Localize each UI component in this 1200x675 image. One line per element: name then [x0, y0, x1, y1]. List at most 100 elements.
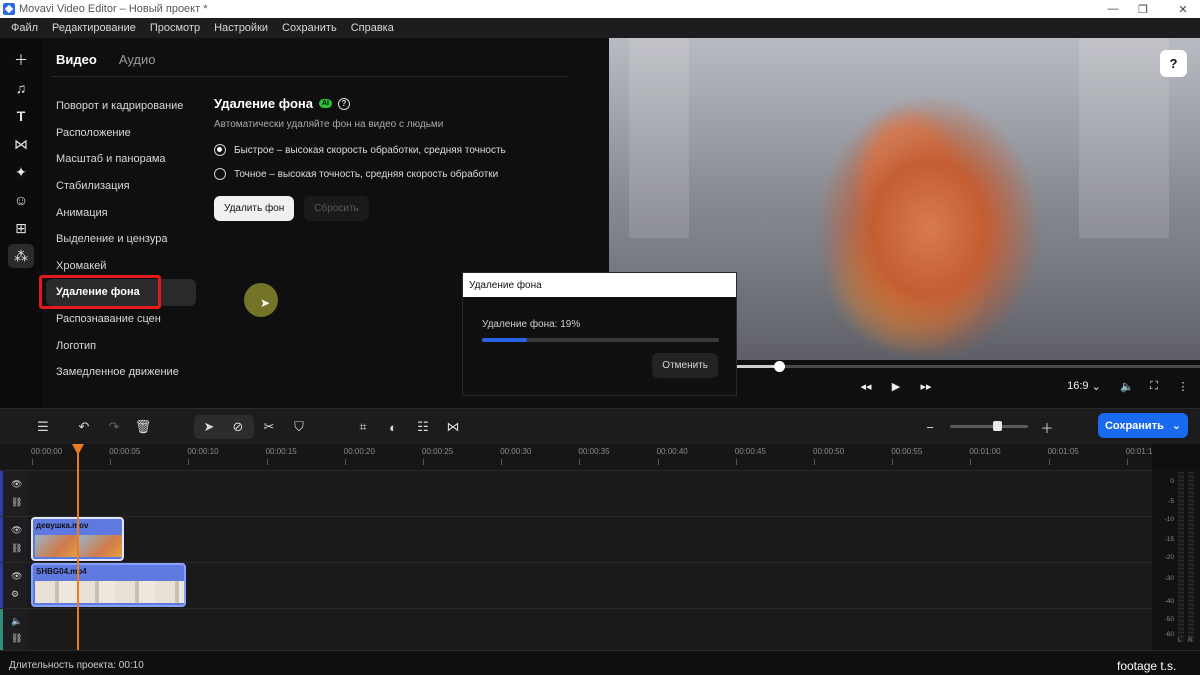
- track-header: 👁 ⛓: [0, 471, 27, 516]
- link-icon[interactable]: ⛓: [11, 543, 22, 554]
- radio-fast[interactable]: [214, 144, 226, 156]
- transition-wizard-icon[interactable]: ⋈: [442, 417, 464, 437]
- list-item-scene-detection[interactable]: Распознавание сцен: [46, 306, 196, 333]
- ripple-tool-icon[interactable]: ⊘: [227, 417, 249, 437]
- list-item-slow-motion[interactable]: Замедленное движение: [46, 359, 196, 386]
- previous-frame-icon[interactable]: ◂◂: [858, 378, 874, 394]
- ruler-tick-label: 00:01:00: [969, 447, 1001, 456]
- meter-scale-label: -40: [1164, 598, 1174, 605]
- eye-icon[interactable]: 👁: [11, 479, 22, 490]
- add-track-icon[interactable]: ☰: [32, 417, 54, 437]
- adjustments-icon[interactable]: ☷: [412, 417, 434, 437]
- ruler-tick: [970, 459, 972, 465]
- titles-icon[interactable]: T: [8, 104, 34, 128]
- clip-thumbnail: [35, 535, 78, 557]
- effects-list: Поворот и кадрирование Расположение Масш…: [39, 93, 196, 386]
- track-settings-icon[interactable]: ⚙: [11, 589, 19, 600]
- status-bar: Длительность проекта: 00:10 footage t.s.: [0, 650, 1200, 675]
- scrubber-progress: [737, 365, 779, 368]
- volume-icon[interactable]: 🔈: [11, 616, 22, 627]
- zoom-slider[interactable]: [950, 425, 1028, 428]
- add-files-icon[interactable]: ＋: [8, 48, 34, 72]
- list-item-rotate-crop[interactable]: Поворот и кадрирование: [46, 93, 196, 120]
- preview-help-button[interactable]: ?: [1160, 50, 1187, 77]
- list-item-position[interactable]: Расположение: [46, 120, 196, 147]
- next-frame-icon[interactable]: ▸▸: [918, 378, 934, 394]
- bg-removal-header: Удаление фона AI ?: [214, 96, 594, 111]
- link-icon[interactable]: ⛓: [11, 633, 22, 644]
- eye-icon[interactable]: 👁: [11, 525, 22, 536]
- reset-button[interactable]: Сбросить: [304, 196, 369, 221]
- menu-settings[interactable]: Настройки: [207, 22, 275, 34]
- meter-bar-right: [1188, 472, 1194, 642]
- scrubber-handle[interactable]: [774, 361, 785, 372]
- ruler-tick-label: 00:00:50: [813, 447, 845, 456]
- meter-bar-left: [1178, 472, 1184, 642]
- more-tools-icon[interactable]: ⁂: [8, 244, 34, 268]
- ruler-tick: [579, 459, 581, 465]
- zoom-in-icon[interactable]: ＋: [1036, 417, 1058, 437]
- meter-scale-label: -15: [1164, 536, 1174, 543]
- list-item-stabilization[interactable]: Стабилизация: [46, 173, 196, 200]
- help-icon[interactable]: ?: [337, 97, 350, 110]
- menu-help[interactable]: Справка: [344, 22, 401, 34]
- minimize-icon[interactable]: —: [1096, 0, 1130, 18]
- crop-icon[interactable]: ⌗: [352, 417, 374, 437]
- color-adjust-icon[interactable]: ◐: [382, 417, 404, 437]
- link-icon[interactable]: ⛓: [11, 497, 22, 508]
- list-item-highlight-censor[interactable]: Выделение и цензура: [46, 226, 196, 253]
- delete-icon[interactable]: 🗑: [132, 417, 154, 437]
- ruler-tick-label: 00:00:20: [343, 447, 375, 456]
- timeline-ruler[interactable]: 00:00:00 00:00:05 00:00:10 00:00:15 00:00:20…: [0, 444, 1153, 470]
- close-icon[interactable]: ✕: [1166, 0, 1200, 18]
- select-tool-icon[interactable]: ➤: [198, 417, 220, 437]
- eye-icon[interactable]: 👁: [11, 571, 22, 582]
- ruler-tick-label: 00:00:45: [734, 447, 766, 456]
- ruler-tick-label: 00:00:10: [187, 447, 219, 456]
- tab-video[interactable]: Видео: [56, 52, 97, 67]
- fullscreen-icon[interactable]: ⛶: [1146, 378, 1162, 394]
- filters-icon[interactable]: ✦: [8, 160, 34, 184]
- volume-icon[interactable]: 🔈: [1119, 378, 1135, 394]
- option-fast[interactable]: Быстрое – высокая скорость обработки, ср…: [214, 144, 594, 156]
- aspect-ratio-select[interactable]: 16:9 ⌄: [1064, 378, 1104, 394]
- menu-file[interactable]: Файл: [4, 22, 45, 34]
- play-icon[interactable]: ▶: [888, 378, 904, 394]
- option-precise[interactable]: Точное – высокая точность, средняя скоро…: [214, 168, 594, 180]
- ruler-tick-label: 00:00:35: [578, 447, 610, 456]
- ai-badge: AI: [318, 99, 332, 108]
- cancel-button[interactable]: Отменить: [652, 353, 718, 378]
- ruler-tick: [501, 459, 503, 465]
- progress-status-text: Удаление фона: 19%: [482, 319, 581, 330]
- progress-bar: [482, 338, 719, 342]
- menu-view[interactable]: Просмотр: [143, 22, 207, 34]
- playhead-handle[interactable]: [72, 444, 84, 455]
- cut-icon[interactable]: ✂: [258, 417, 280, 437]
- remove-background-button[interactable]: Удалить фон: [214, 196, 295, 221]
- menu-save[interactable]: Сохранить: [275, 22, 344, 34]
- stickers-icon[interactable]: ☺: [8, 188, 34, 212]
- list-item-zoom-pan[interactable]: Масштаб и панорама: [46, 146, 196, 173]
- more-options-icon[interactable]: ⋮: [1175, 378, 1191, 394]
- maximize-icon[interactable]: ❐: [1126, 0, 1160, 18]
- list-item-logo[interactable]: Логотип: [46, 332, 196, 359]
- playhead-line[interactable]: [77, 446, 79, 650]
- preview-scrubber[interactable]: [737, 365, 1200, 368]
- list-item-animation[interactable]: Анимация: [46, 199, 196, 226]
- option-precise-label: Точное – высокая точность, средняя скоро…: [234, 168, 499, 180]
- export-save-button[interactable]: Сохранить ⌄: [1098, 413, 1188, 438]
- zoom-slider-handle[interactable]: [993, 421, 1002, 431]
- store-icon[interactable]: ⊞: [8, 216, 34, 240]
- music-icon[interactable]: ♫: [8, 76, 34, 100]
- radio-precise[interactable]: [214, 168, 226, 180]
- meter-scale-label: -5: [1168, 498, 1174, 505]
- ruler-tick-label: 00:01:05: [1047, 447, 1079, 456]
- redo-icon[interactable]: ↷: [103, 417, 125, 437]
- zoom-out-icon[interactable]: −: [919, 417, 941, 437]
- clip-shbg04[interactable]: SHBG04.mp4: [31, 563, 186, 607]
- tab-audio[interactable]: Аудио: [119, 52, 156, 67]
- undo-icon[interactable]: ↶: [73, 417, 95, 437]
- stabilize-shield-icon[interactable]: ⛉: [288, 417, 310, 437]
- transitions-icon[interactable]: ⋈: [8, 132, 34, 156]
- menu-edit[interactable]: Редактирование: [45, 22, 143, 34]
